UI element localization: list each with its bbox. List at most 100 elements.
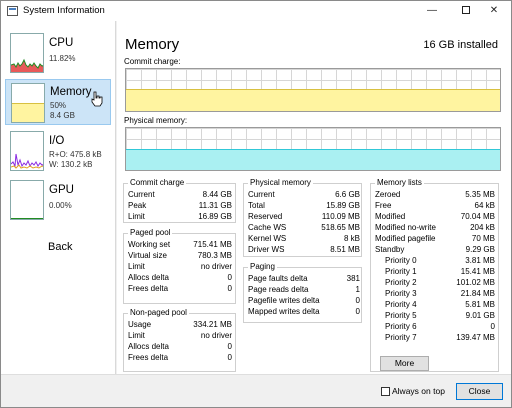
installed-memory: 16 GB installed (423, 39, 498, 51)
title-bar[interactable]: System Information — ✕ (1, 1, 511, 21)
row-label: Current (248, 190, 275, 199)
memory-used-value: 8.4 GB (50, 111, 75, 120)
row-value: 204 kB (470, 223, 495, 232)
row-label: Virtual size (128, 251, 167, 260)
row-label: Current (128, 190, 155, 199)
row-label: Usage (128, 320, 152, 329)
row-label: Zeroed (375, 190, 401, 199)
row-value: 5.81 MB (465, 300, 495, 309)
memory-lists-group: Memory lists Zeroed 5.35 MB Free 64 kB Modif… (370, 178, 499, 372)
commit-charge-label: Commit charge: (124, 57, 181, 66)
info-row: Priority 2 101.02 MB (385, 277, 495, 288)
info-row: Allocs delta 0 (128, 341, 232, 352)
commit-charge-group: Commit charge Current 8.44 GB Peak 11.31 GB… (123, 178, 236, 223)
info-row: Page faults delta 381 (248, 273, 360, 284)
info-row: Limit 16.89 GB (128, 211, 232, 222)
hand-cursor-icon (91, 91, 103, 107)
commit-charge-graph (125, 68, 501, 112)
sidebar-item-label: Memory (50, 86, 92, 98)
info-row: Kernel WS 8 kB (248, 233, 360, 244)
info-row: Usage 334.21 MB (128, 319, 232, 330)
info-row: Limit no driver (128, 330, 232, 341)
non-paged-pool-group: Non-paged pool Usage 334.21 MB Limit no dri… (123, 308, 236, 372)
row-label: Allocs delta (128, 342, 169, 351)
row-value: 70 MB (471, 234, 495, 243)
row-value: 0 (227, 284, 232, 293)
always-on-top-label[interactable]: Always on top (392, 386, 445, 396)
io-write-value: W: 130.2 kB (49, 160, 93, 169)
row-value: 21.84 MB (460, 289, 495, 298)
row-value: 70.04 MB (460, 212, 495, 221)
sidebar: CPU 11.82% Memory 50% 8.4 GB I/O R+O: 47… (1, 21, 116, 374)
bottom-bar: Always on top Close (1, 374, 511, 407)
row-label: Modified (375, 212, 406, 221)
close-button[interactable]: Close (456, 383, 503, 400)
sidebar-item-label: I/O (49, 135, 65, 147)
row-value: 780.3 MB (197, 251, 232, 260)
info-row: Current 8.44 GB (128, 189, 232, 200)
io-thumbnail-graph (10, 131, 44, 171)
close-window-button[interactable]: ✕ (477, 1, 511, 21)
row-label: Working set (128, 240, 171, 249)
row-value: 15.41 MB (460, 267, 495, 276)
row-label: Priority 3 (385, 289, 417, 298)
sidebar-item-gpu[interactable]: GPU 0.00% (5, 176, 111, 222)
info-row: Cache WS 518.65 MB (248, 222, 360, 233)
row-value: 9.29 GB (465, 245, 495, 254)
memory-percent-value: 50% (50, 101, 67, 110)
row-value: no driver (200, 262, 232, 271)
info-row: Frees delta 0 (128, 352, 232, 363)
row-label: Priority 4 (385, 300, 417, 309)
info-row: Reserved 110.09 MB (248, 211, 360, 222)
row-value: 0 (490, 322, 495, 331)
always-on-top-checkbox[interactable] (381, 387, 390, 396)
row-value: 0 (355, 296, 360, 305)
info-row: Free 64 kB (375, 200, 495, 211)
row-label: Priority 2 (385, 278, 417, 287)
info-row: Priority 1 15.41 MB (385, 266, 495, 277)
group-title: Memory lists (375, 178, 424, 187)
info-row: Priority 4 5.81 MB (385, 299, 495, 310)
info-row: Driver WS 8.51 MB (248, 244, 360, 255)
group-title: Paged pool (128, 228, 173, 237)
maximize-icon (462, 6, 470, 15)
commit-charge-fill (126, 88, 500, 111)
info-row: Modified no-write 204 kB (375, 222, 495, 233)
row-label: Mapped writes delta (248, 307, 320, 316)
group-title: Non-paged pool (128, 308, 189, 317)
info-row: Peak 11.31 GB (128, 200, 232, 211)
back-link[interactable]: Back (48, 241, 72, 253)
info-row: Current 6.6 GB (248, 189, 360, 200)
row-value: 9.01 GB (465, 311, 495, 320)
row-label: Priority 6 (385, 322, 417, 331)
row-value: 0 (355, 307, 360, 316)
physical-memory-label: Physical memory: (124, 116, 188, 125)
gpu-usage-value: 0.00% (49, 201, 72, 210)
page-title: Memory (125, 36, 180, 53)
row-label: Reserved (248, 212, 283, 221)
row-label: Driver WS (248, 245, 285, 254)
info-row: Zeroed 5.35 MB (375, 189, 495, 200)
row-label: Priority 7 (385, 333, 417, 342)
physical-memory-graph (125, 127, 501, 171)
row-label: Kernel WS (248, 234, 287, 243)
minimize-button[interactable]: — (415, 1, 449, 21)
row-label: Standby (375, 245, 405, 254)
row-label: Peak (128, 201, 147, 210)
row-label: Frees delta (128, 353, 169, 362)
group-title: Physical memory (248, 178, 313, 187)
sidebar-item-cpu[interactable]: CPU 11.82% (5, 29, 111, 75)
memory-thumbnail-graph (11, 83, 45, 123)
row-value: 15.89 GB (326, 201, 360, 210)
paged-pool-group: Paged pool Working set 715.41 MB Virtual s… (123, 228, 236, 304)
row-label: Priority 0 (385, 256, 417, 265)
row-value: 6.6 GB (335, 190, 360, 199)
sidebar-item-io[interactable]: I/O R+O: 475.8 kB W: 130.2 kB (5, 127, 111, 173)
row-value: 0 (227, 342, 232, 351)
row-value: 334.21 MB (193, 320, 232, 329)
more-button[interactable]: More (380, 356, 429, 371)
row-value: 139.47 MB (456, 333, 495, 342)
info-row: Priority 7 139.47 MB (385, 332, 495, 343)
info-row: Modified pagefile 70 MB (375, 233, 495, 244)
row-value: 8 kB (343, 234, 360, 243)
